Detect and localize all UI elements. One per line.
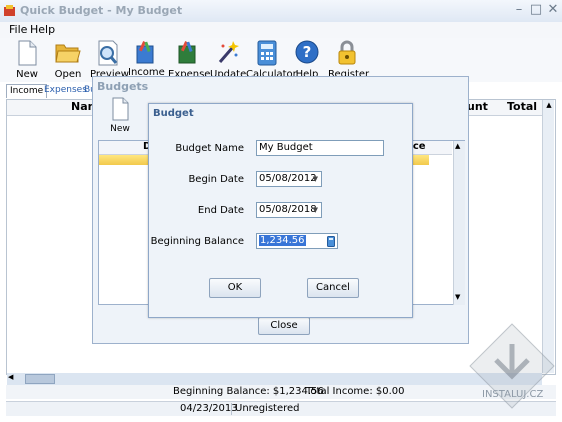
calculator-icon[interactable] [327,236,335,247]
new-document-icon [112,97,129,121]
budget-name-input[interactable]: My Budget [256,140,384,156]
minimize-button[interactable]: – [510,2,528,18]
total-income-summary: Total Income: $0.00 [306,386,405,397]
status-divider [231,403,232,415]
new-document-icon [18,40,37,66]
budget-dialog: Budget Budget Name My Budget Begin Date … [148,103,413,318]
watermark-logo [469,323,555,409]
budgets-close-button[interactable]: Close [258,317,310,335]
scroll-up-arrow-icon[interactable]: ▲ [544,101,554,111]
column-header-total[interactable]: Total [507,100,537,113]
scroll-left-arrow-icon[interactable]: ◀ [8,373,18,383]
grid-horizontal-scrollbar[interactable]: ◀ [7,373,542,385]
budgets-dialog-title: Budgets [97,80,149,93]
beginning-balance-label: Beginning Balance [150,236,244,247]
budget-name-label: Budget Name [175,143,244,154]
begin-date-label: Begin Date [188,174,244,185]
menu-help[interactable]: Help [30,23,55,36]
cancel-button[interactable]: Cancel [307,278,359,298]
watermark-text: INSTALUJ.CZ [482,389,544,400]
calculator-icon [257,40,277,66]
menu-bar: File Help [0,22,562,38]
beginning-balance-input[interactable]: 1,234.56 [256,233,338,249]
app-icon [4,5,15,16]
close-window-button[interactable]: ✕ [544,2,562,18]
scroll-down-arrow-icon[interactable]: ▼ [455,293,460,301]
chevron-down-icon[interactable]: ▼ [313,172,318,186]
new-button[interactable]: New [9,38,45,82]
begin-date-picker[interactable]: 05/08/2012 ▼ [256,171,322,187]
scroll-up-arrow-icon[interactable]: ▲ [455,142,460,150]
column-header-amount[interactable]: unt [467,100,488,113]
budgets-new-button[interactable]: New [107,97,133,137]
wand-icon [218,41,239,63]
maximize-button[interactable]: □ [527,2,545,18]
menu-file[interactable]: File [9,23,27,36]
budgets-list-scrollbar[interactable]: ▲ ▼ [453,141,465,305]
title-bar[interactable]: Quick Budget - My Budget – □ ✕ [0,0,562,22]
income-icon [136,41,154,64]
chevron-down-icon[interactable]: ▼ [313,203,318,217]
preview-icon [98,40,118,66]
open-button[interactable]: Open [50,38,86,82]
folder-icon [55,44,81,63]
budget-dialog-title: Budget [153,108,194,119]
help-icon: ? [295,40,319,64]
status-registration: Unregistered [235,403,300,414]
ok-button[interactable]: OK [209,278,261,298]
end-date-label: End Date [197,205,244,216]
scroll-thumb[interactable] [25,374,55,384]
expense-icon [178,41,196,64]
beginning-balance-summary: Beginning Balance: $1,234.56 [173,386,324,397]
lock-icon [338,40,356,65]
end-date-picker[interactable]: 05/08/2018 ▼ [256,202,322,218]
svg-text:?: ? [303,43,312,61]
window-title: Quick Budget - My Budget [20,4,183,17]
status-date: 04/23/2013 [180,403,238,414]
